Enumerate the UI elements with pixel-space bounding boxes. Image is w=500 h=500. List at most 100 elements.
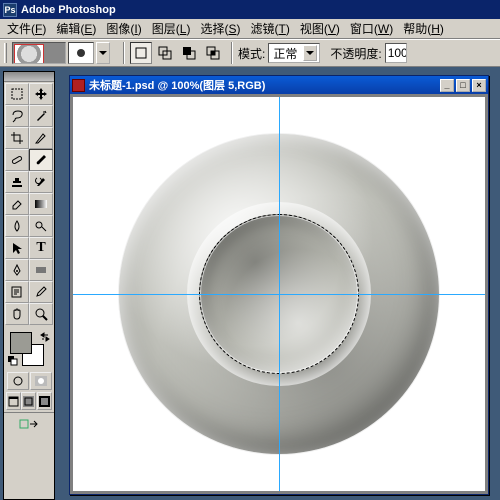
menu-edit[interactable]: 编辑(E) (51, 18, 101, 39)
blend-mode-value: 正常 (273, 45, 297, 62)
brush-preset-dropdown[interactable] (96, 42, 110, 64)
tool-marquee-rect[interactable] (5, 83, 29, 105)
menu-select[interactable]: 选择(S) (195, 18, 245, 39)
quickmask-row (4, 372, 54, 392)
tool-magic-wand[interactable] (29, 105, 53, 127)
bandaid-icon (10, 153, 24, 167)
toolbox-titlebar[interactable] (4, 72, 54, 82)
selection-mode-add[interactable] (154, 42, 176, 64)
window-icon (8, 396, 19, 407)
type-icon: T (36, 240, 45, 256)
slice-icon (34, 131, 48, 145)
window-minimize-button[interactable]: _ (440, 79, 454, 92)
eyedropper-icon (34, 285, 48, 299)
crop-icon (10, 131, 24, 145)
brush-icon (34, 153, 48, 167)
tool-move[interactable] (29, 83, 53, 105)
separator (231, 42, 233, 64)
quickmask-mode-button[interactable] (30, 372, 52, 390)
blend-mode-select[interactable]: 正常 (268, 43, 320, 63)
screenmode-standard[interactable] (6, 392, 21, 410)
tool-eraser[interactable] (5, 193, 29, 215)
brush-thumbnail[interactable] (12, 42, 66, 64)
chevron-down-icon (99, 51, 107, 55)
menu-help[interactable]: 帮助(H) (398, 18, 449, 39)
lasso-icon (10, 109, 24, 123)
fullmenu-icon (23, 396, 34, 407)
window-maximize-button[interactable]: □ (456, 79, 470, 92)
screenmode-full[interactable] (37, 392, 52, 410)
tool-dodge[interactable] (29, 215, 53, 237)
squares-subtract-icon (182, 46, 196, 60)
tool-gradient[interactable] (29, 193, 53, 215)
opacity-input[interactable]: 100 (385, 43, 407, 63)
document-file-icon (72, 79, 85, 92)
document-title: 未标题-1.psd @ 100%(图层 5,RGB) (89, 77, 265, 93)
default-colors-icon[interactable] (8, 355, 18, 365)
menu-file[interactable]: 文件(F) (2, 18, 51, 39)
menu-window[interactable]: 窗口(W) (345, 18, 398, 39)
swap-colors-icon[interactable] (40, 331, 50, 341)
tool-healing-brush[interactable] (5, 149, 29, 171)
menu-layer[interactable]: 图层(L) (147, 18, 196, 39)
toolbox-palette: T (3, 71, 55, 500)
arrow-cursor-icon (10, 241, 24, 255)
brush-preset-preview[interactable] (68, 42, 94, 64)
chevron-down-icon (303, 45, 317, 61)
quickmask-icon (34, 375, 48, 387)
square-icon (134, 46, 148, 60)
document-window: 未标题-1.psd @ 100%(图层 5,RGB) _ □ × (69, 75, 489, 495)
tool-brush[interactable] (29, 149, 53, 171)
artwork-disc-outer (119, 134, 439, 454)
window-close-button[interactable]: × (472, 79, 486, 92)
history-brush-icon (34, 175, 48, 189)
tool-hand[interactable] (5, 303, 29, 325)
optionsbar-grip[interactable] (4, 43, 7, 63)
app-logo-icon: Ps (3, 3, 17, 17)
menu-bar: 文件(F) 编辑(E) 图像(I) 图层(L) 选择(S) 滤镜(T) 视图(V… (0, 19, 500, 39)
dodge-icon (34, 219, 48, 233)
squares-intersect-icon (206, 46, 220, 60)
app-title: Adobe Photoshop (21, 4, 116, 16)
tool-blur[interactable] (5, 215, 29, 237)
standard-mode-button[interactable] (7, 372, 29, 390)
marquee-icon (10, 87, 24, 101)
tool-path-select[interactable] (5, 237, 29, 259)
selection-mode-new[interactable] (130, 42, 152, 64)
mode-label: 模式: (238, 45, 265, 62)
document-titlebar[interactable]: 未标题-1.psd @ 100%(图层 5,RGB) _ □ × (70, 76, 488, 94)
tool-crop[interactable] (5, 127, 29, 149)
tool-shape[interactable] (29, 259, 53, 281)
eraser-icon (10, 197, 24, 211)
tool-type[interactable]: T (29, 237, 53, 259)
workspace: T (0, 67, 500, 500)
gradient-icon (34, 197, 48, 211)
tool-zoom[interactable] (29, 303, 53, 325)
wand-icon (34, 109, 48, 123)
selection-mode-subtract[interactable] (178, 42, 200, 64)
tool-history-brush[interactable] (29, 171, 53, 193)
tool-lasso[interactable] (5, 105, 29, 127)
separator (123, 42, 125, 64)
selection-mode-intersect[interactable] (202, 42, 224, 64)
menu-view[interactable]: 视图(V) (295, 18, 345, 39)
note-icon (10, 285, 24, 299)
jump-to-imageready-button[interactable] (4, 412, 54, 434)
droplet-icon (10, 219, 24, 233)
magnifier-icon (34, 307, 48, 321)
tool-slice[interactable] (29, 127, 53, 149)
screenmode-fullmenubar[interactable] (21, 392, 36, 410)
canvas[interactable] (73, 97, 485, 491)
tool-grid: T (4, 82, 54, 326)
tool-eyedropper[interactable] (29, 281, 53, 303)
squares-add-icon (158, 46, 172, 60)
foreground-color-swatch[interactable] (10, 332, 32, 354)
app-titlebar: Ps Adobe Photoshop (0, 0, 500, 19)
opacity-label: 不透明度: (330, 45, 381, 62)
tool-clone-stamp[interactable] (5, 171, 29, 193)
standard-mode-icon (11, 375, 25, 387)
tool-pen[interactable] (5, 259, 29, 281)
menu-image[interactable]: 图像(I) (101, 18, 146, 39)
tool-notes[interactable] (5, 281, 29, 303)
menu-filter[interactable]: 滤镜(T) (245, 18, 294, 39)
